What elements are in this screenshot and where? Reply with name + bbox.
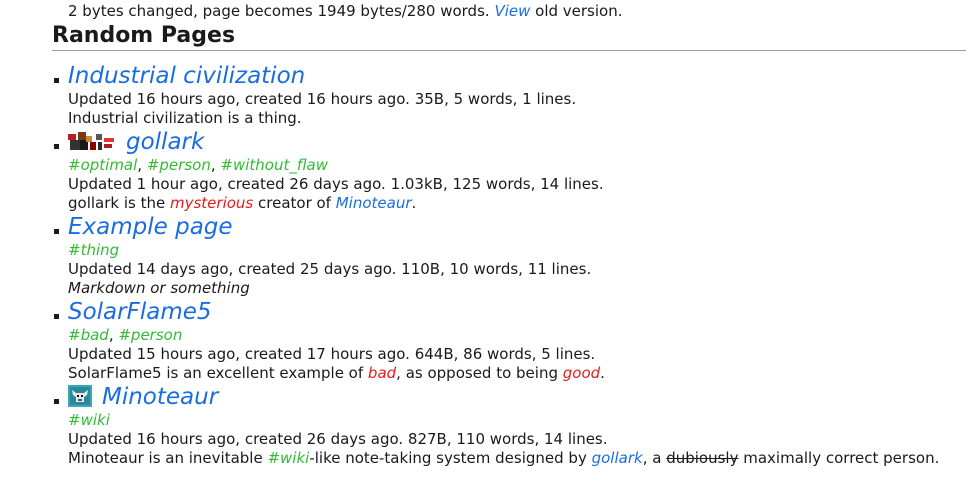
page-link-gollark[interactable]: gollark xyxy=(126,129,204,155)
list-item: SolarFlame5 #bad, #person Updated 15 hou… xyxy=(52,298,952,383)
tag-link[interactable]: #optimal xyxy=(68,156,137,174)
page-link-good[interactable]: good xyxy=(563,364,600,382)
tag-link-wiki-inline[interactable]: #wiki xyxy=(267,449,309,467)
page-link-mysterious[interactable]: mysterious xyxy=(170,194,253,212)
page-link-minoteaur-inline[interactable]: Minoteaur xyxy=(336,194,412,212)
description-text: creator of xyxy=(253,194,336,212)
description-text: , as opposed to being xyxy=(396,364,563,382)
page-description: Industrial civilization is a thing. xyxy=(68,109,302,127)
tag-link[interactable]: #thing xyxy=(68,241,119,259)
section-heading: Random Pages xyxy=(52,22,966,51)
page-meta: Updated 1 hour ago, created 26 days ago.… xyxy=(68,175,604,193)
list-item: Industrial civilization Updated 16 hours… xyxy=(52,62,952,128)
random-pages-list: Industrial civilization Updated 16 hours… xyxy=(52,62,952,468)
list-item: Example page #thing Updated 14 days ago,… xyxy=(52,213,952,298)
description-text: . xyxy=(411,194,417,212)
tag-link[interactable]: #wiki xyxy=(68,411,110,429)
page-meta: Updated 16 hours ago, created 16 hours a… xyxy=(68,90,577,108)
tag-list: #optimal, #person, #without_flaw xyxy=(68,156,328,174)
description-text: Minoteaur is an inevitable xyxy=(68,449,268,467)
page-link-solarflame5[interactable]: SolarFlame5 xyxy=(68,299,212,325)
description-text: , a xyxy=(642,449,667,467)
page-description: SolarFlame5 is an excellent example of b… xyxy=(68,364,952,383)
tag-list: #bad, #person xyxy=(68,326,183,344)
revision-text: 2 bytes changed, page becomes 1949 bytes… xyxy=(68,2,495,20)
page-description: Markdown or something xyxy=(68,279,250,297)
page-meta: Updated 14 days ago, created 25 days ago… xyxy=(68,260,592,278)
strikethrough-text: dubiously xyxy=(666,449,739,467)
page-link-example-page[interactable]: Example page xyxy=(68,214,233,240)
page-link-gollark-inline[interactable]: gollark xyxy=(592,449,643,467)
tag-link[interactable]: #person xyxy=(147,156,211,174)
tag-list: #wiki xyxy=(68,411,952,430)
page-link-minoteaur[interactable]: Minoteaur xyxy=(102,384,218,410)
tag-link[interactable]: #without_flaw xyxy=(220,156,328,174)
list-item: Minoteaur #wiki Updated 16 hours ago, cr… xyxy=(52,383,952,468)
page-description: gollark is the mysterious creator of Min… xyxy=(68,194,952,213)
description-text: gollark is the xyxy=(68,194,170,212)
page-link-industrial-civilization[interactable]: Industrial civilization xyxy=(68,63,305,89)
list-item: gollark #optimal, #person, #without_flaw… xyxy=(52,128,952,213)
view-old-version-link[interactable]: View xyxy=(494,2,530,20)
tag-list: #thing xyxy=(68,241,952,260)
tag-link[interactable]: #bad xyxy=(68,326,109,344)
tag-link[interactable]: #person xyxy=(118,326,182,344)
description-text: maximally correct person. xyxy=(738,449,940,467)
description-text: SolarFlame5 is an excellent example of xyxy=(68,364,368,382)
page-description: Minoteaur is an inevitable #wiki-like no… xyxy=(68,449,952,468)
revision-summary: 2 bytes changed, page becomes 1949 bytes… xyxy=(68,2,622,21)
page-link-bad[interactable]: bad xyxy=(368,364,396,382)
page-meta: Updated 16 hours ago, created 26 days ag… xyxy=(68,430,608,448)
page-meta: Updated 15 hours ago, created 17 hours a… xyxy=(68,345,596,363)
revision-suffix: old version. xyxy=(530,2,623,20)
description-text: -like note-taking system designed by xyxy=(309,449,592,467)
description-text: . xyxy=(600,364,605,382)
